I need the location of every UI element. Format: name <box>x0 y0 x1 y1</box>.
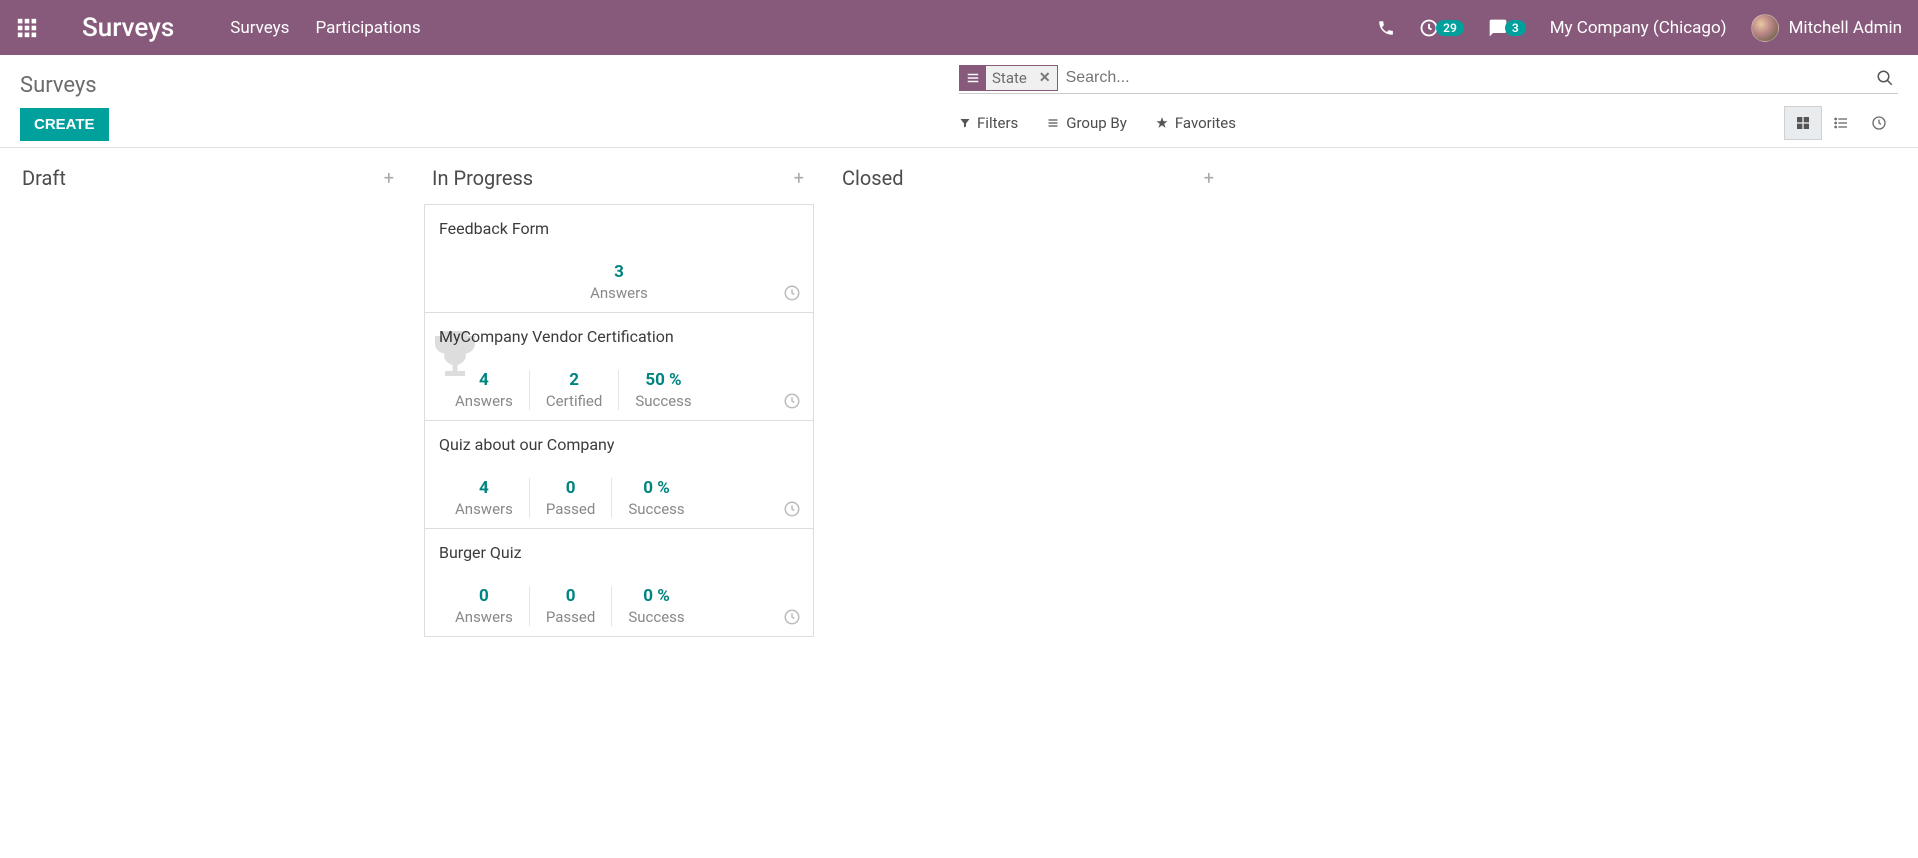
activities-badge: 29 <box>1436 20 1464 36</box>
app-brand[interactable]: Surveys <box>82 13 174 43</box>
facet-label: State <box>986 69 1033 87</box>
search-input[interactable] <box>1058 66 1872 90</box>
stat-value: 0 % <box>628 478 684 498</box>
stat-label: Answers <box>455 608 513 626</box>
activity-clock-icon[interactable] <box>783 392 801 410</box>
discuss-badge: 3 <box>1505 20 1526 36</box>
column-add-icon[interactable]: + <box>794 168 804 189</box>
kanban-view: Draft+In Progress+Feedback Form3AnswersM… <box>0 148 1918 841</box>
phone-icon[interactable] <box>1377 19 1395 37</box>
facet-remove-icon[interactable]: ✕ <box>1033 70 1057 86</box>
discuss-icon[interactable]: 3 <box>1488 18 1526 38</box>
nav-participations[interactable]: Participations <box>315 18 420 38</box>
stat-value: 0 <box>546 478 595 498</box>
stat-value: 50 % <box>635 370 691 390</box>
stat-value: 0 <box>455 586 513 606</box>
user-name: Mitchell Admin <box>1789 18 1902 38</box>
kanban-card[interactable]: Feedback Form 3 Answers <box>424 204 814 313</box>
activity-clock-icon[interactable] <box>783 500 801 518</box>
nav-surveys[interactable]: Surveys <box>230 18 289 38</box>
view-list-button[interactable] <box>1822 106 1860 140</box>
groupby-button[interactable]: Group By <box>1046 114 1127 132</box>
view-switcher <box>1784 106 1898 140</box>
stat-label: Passed <box>546 500 595 518</box>
stat-value: 2 <box>546 370 602 390</box>
column-add-icon[interactable]: + <box>384 168 394 189</box>
favorites-button[interactable]: Favorites <box>1155 114 1236 132</box>
card-title: MyCompany Vendor Certification <box>439 327 799 346</box>
stat-label: Passed <box>546 608 595 626</box>
view-kanban-button[interactable] <box>1784 106 1822 140</box>
create-button[interactable]: CREATE <box>20 108 109 141</box>
card-stat[interactable]: 0 Passed <box>530 478 612 518</box>
kanban-card[interactable]: Burger Quiz 0 Answers 0 Passed 0 % Success <box>424 528 814 637</box>
search-icon[interactable] <box>1872 69 1898 87</box>
stat-value: 0 <box>546 586 595 606</box>
user-menu[interactable]: Mitchell Admin <box>1751 14 1902 42</box>
stat-label: Certified <box>546 392 602 410</box>
filters-label: Filters <box>977 114 1018 132</box>
card-stat[interactable]: 0 Passed <box>530 586 612 626</box>
stat-label: Answers <box>455 284 783 302</box>
activities-icon[interactable]: 29 <box>1419 18 1464 38</box>
control-panel: Surveys CREATE State ✕ Filters <box>0 55 1918 148</box>
stat-value: 4 <box>455 370 513 390</box>
kanban-column: Draft + <box>4 148 414 841</box>
stat-label: Success <box>628 608 684 626</box>
stat-value: 4 <box>455 478 513 498</box>
search-facet-state[interactable]: State ✕ <box>959 65 1058 91</box>
top-nav: Surveys Participations <box>230 18 420 38</box>
groupby-label: Group By <box>1066 114 1127 132</box>
card-stat[interactable]: 0 % Success <box>612 586 700 626</box>
card-stat[interactable]: 0 % Success <box>612 478 700 518</box>
card-stat[interactable]: 50 % Success <box>619 370 707 410</box>
card-title: Burger Quiz <box>439 543 799 562</box>
stat-label: Answers <box>455 392 513 410</box>
card-stat[interactable]: 2 Certified <box>530 370 619 410</box>
view-activity-button[interactable] <box>1860 106 1898 140</box>
stat-value: 0 % <box>628 586 684 606</box>
card-stat[interactable]: 4 Answers <box>439 478 530 518</box>
column-title[interactable]: Closed <box>842 166 904 190</box>
filters-button[interactable]: Filters <box>959 114 1018 132</box>
avatar <box>1751 14 1779 42</box>
main-navbar: Surveys Surveys Participations 29 3 My C… <box>0 0 1918 55</box>
column-title[interactable]: In Progress <box>432 166 533 190</box>
card-stat[interactable]: 3 Answers <box>439 262 799 302</box>
breadcrumb: Surveys <box>20 73 959 98</box>
search-view: State ✕ <box>959 65 1898 94</box>
column-title[interactable]: Draft <box>22 166 66 190</box>
stat-value: 3 <box>455 262 783 282</box>
stat-label: Success <box>628 500 684 518</box>
kanban-column: Closed + <box>824 148 1234 841</box>
activity-clock-icon[interactable] <box>783 608 801 626</box>
card-stat[interactable]: 0 Answers <box>439 586 530 626</box>
kanban-card[interactable]: MyCompany Vendor Certification 4 Answers 2 C… <box>424 312 814 421</box>
company-switcher[interactable]: My Company (Chicago) <box>1550 18 1727 38</box>
kanban-card[interactable]: Quiz about our Company 4 Answers 0 Passed 0 %… <box>424 420 814 529</box>
kanban-column: In Progress + Feedback Form 3 Answers MyCompa… <box>414 148 824 841</box>
card-title: Quiz about our Company <box>439 435 799 454</box>
card-title: Feedback Form <box>439 219 799 238</box>
search-toolbar: Filters Group By Favorites <box>959 114 1236 132</box>
groupby-facet-icon <box>960 66 986 90</box>
activity-clock-icon[interactable] <box>783 284 801 302</box>
card-stat[interactable]: 4 Answers <box>439 370 530 410</box>
stat-label: Answers <box>455 500 513 518</box>
column-add-icon[interactable]: + <box>1204 168 1214 189</box>
stat-label: Success <box>635 392 691 410</box>
apps-icon[interactable] <box>16 17 38 39</box>
favorites-label: Favorites <box>1175 114 1236 132</box>
